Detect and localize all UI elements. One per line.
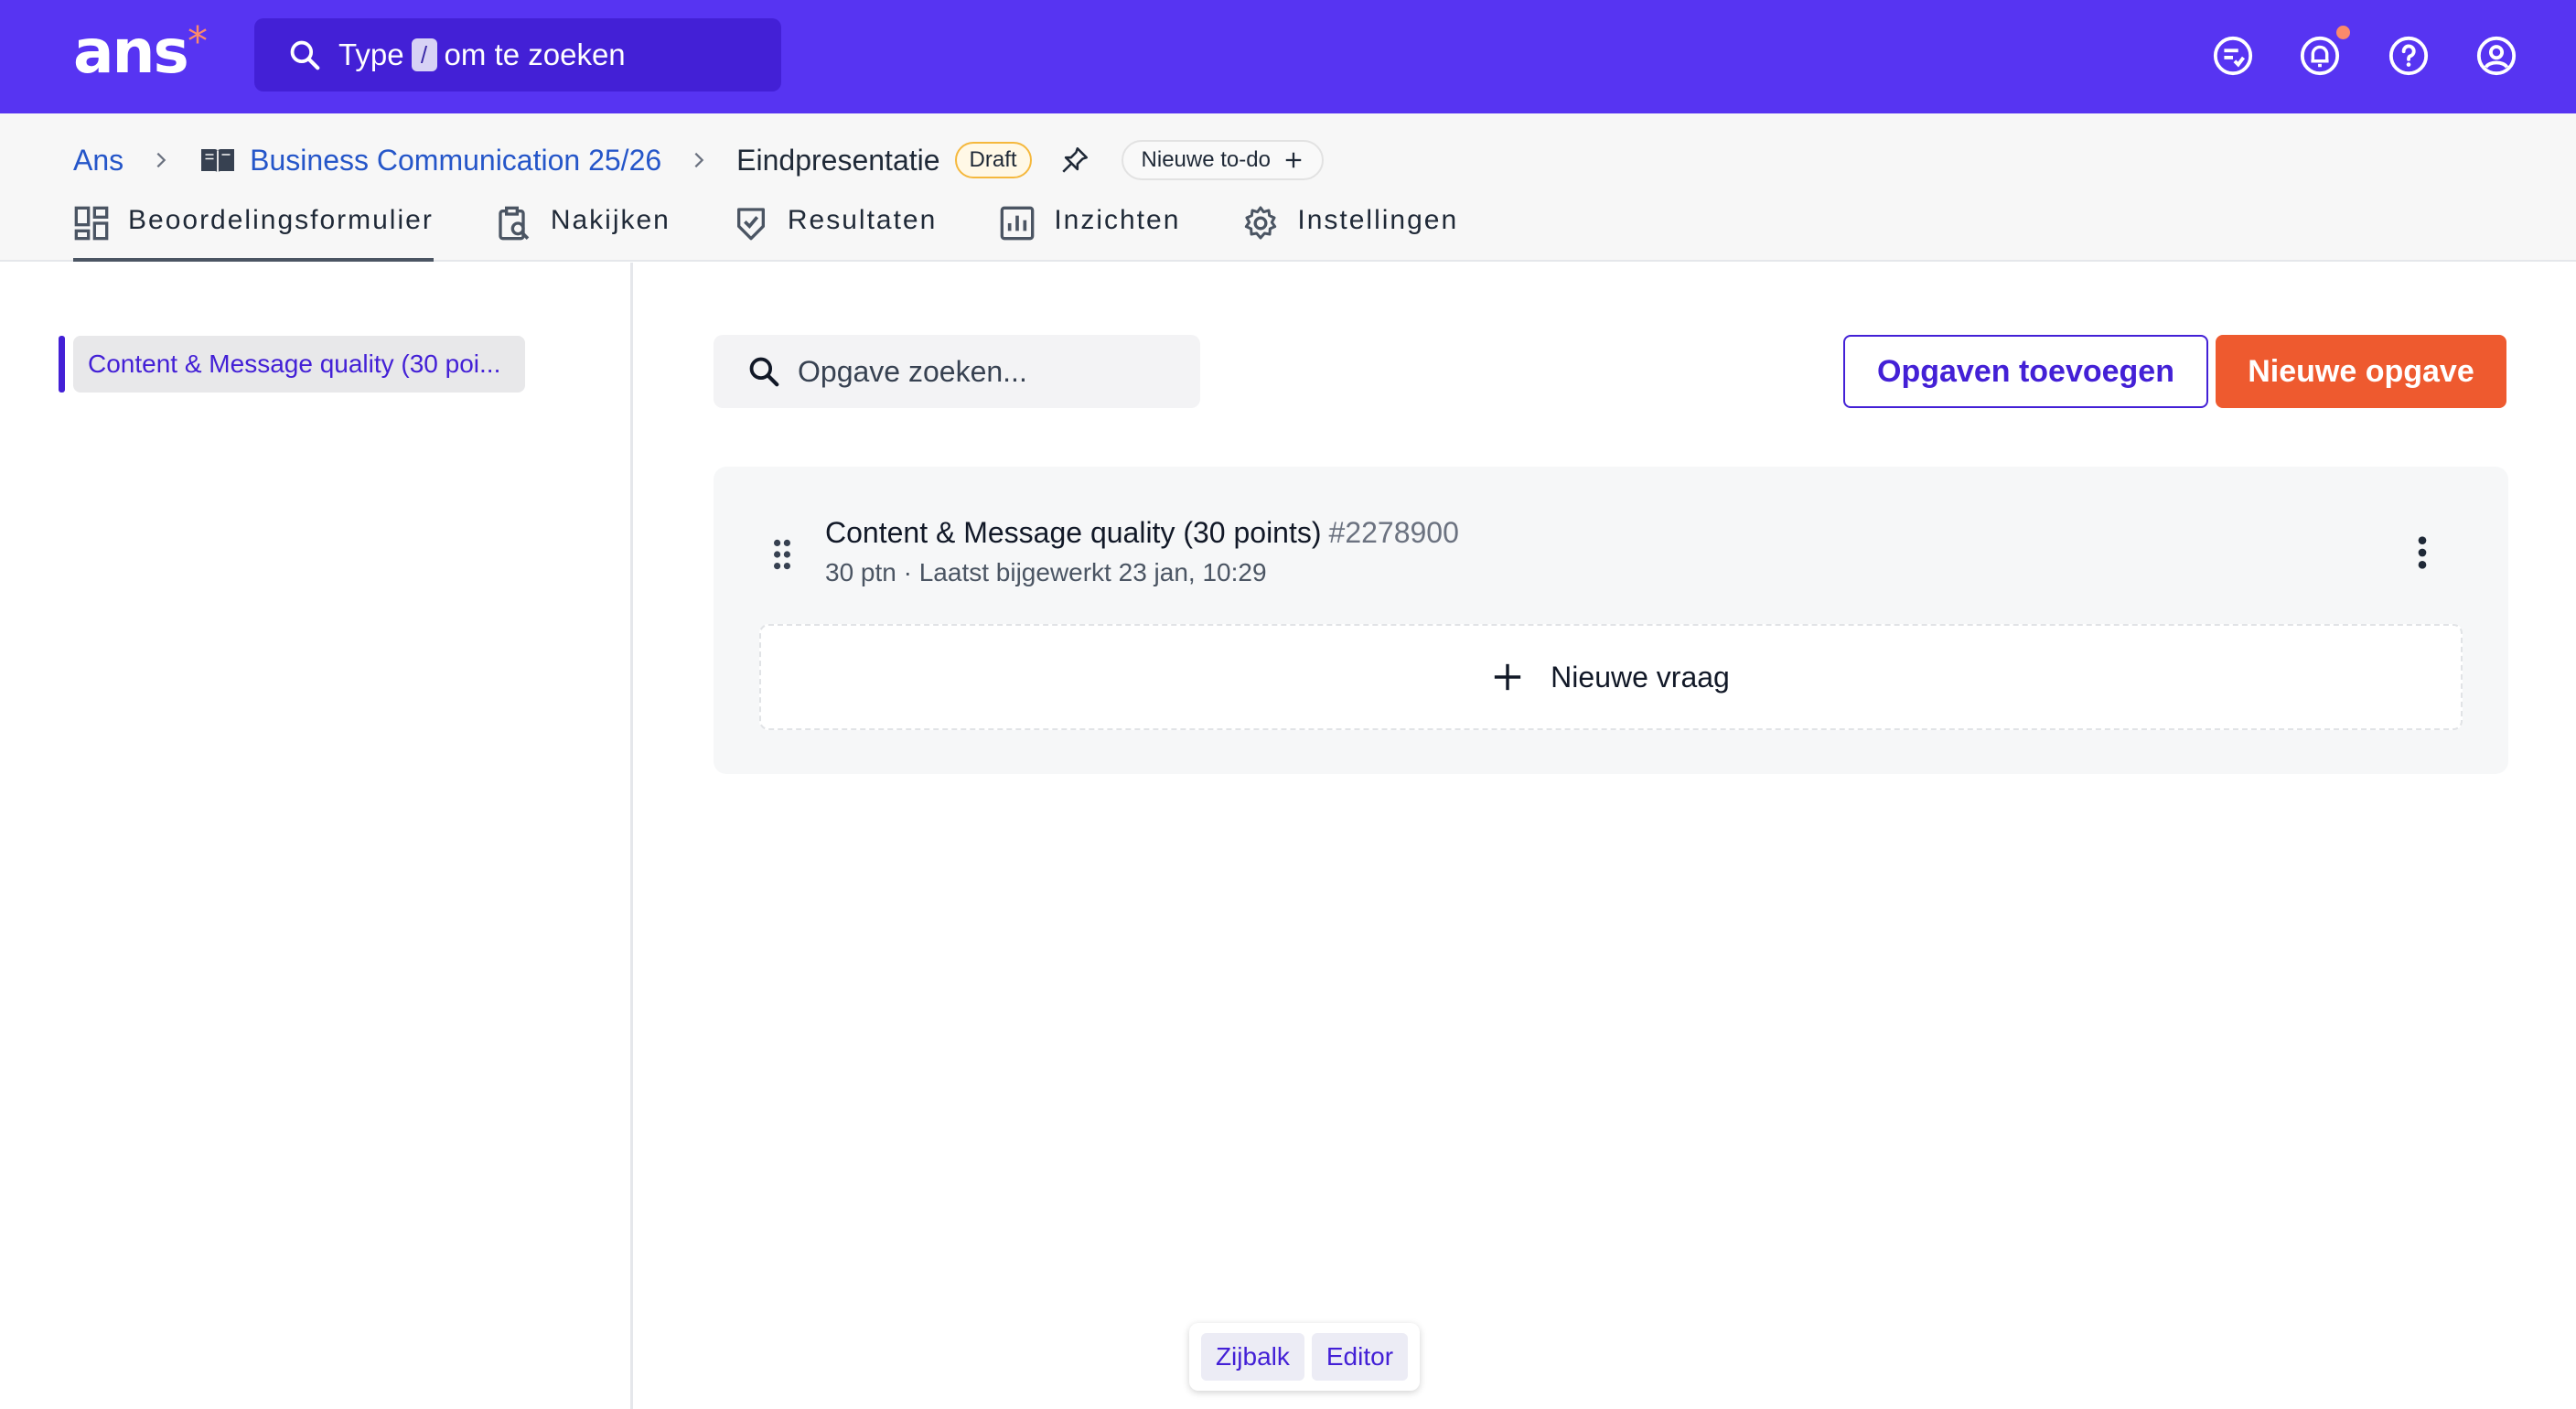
bell-icon[interactable] (2299, 35, 2341, 77)
task-title-text: Content & Message quality (30 points) (825, 516, 1322, 549)
tab-label: Nakijken (550, 205, 671, 235)
tab-beoordelingsformulier[interactable]: Beoordelingsformulier (73, 201, 434, 262)
bar-chart-icon (1000, 206, 1035, 241)
draft-badge: Draft (954, 142, 1032, 178)
editor-toggle-button[interactable]: Editor (1311, 1333, 1409, 1381)
task-search-input[interactable]: Opgave zoeken... (714, 335, 1200, 408)
account-icon[interactable] (2475, 35, 2517, 77)
chevron-right-icon (694, 152, 704, 168)
task-card: Content & Message quality (30 points) #22… (714, 467, 2508, 774)
keyboard-shortcut-key: / (411, 38, 437, 71)
tab-label: Instellingen (1297, 205, 1459, 235)
new-task-button[interactable]: Nieuwe opgave (2216, 335, 2506, 408)
global-search-input[interactable]: Type / om te zoeken (254, 18, 781, 91)
breadcrumb-course-link[interactable]: Business Communication 25/26 (250, 144, 661, 177)
new-question-button[interactable]: Nieuwe vraag (759, 624, 2463, 730)
task-meta: 30 ptn · Laatst bijgewerkt 23 jan, 10:29 (825, 558, 1267, 586)
sidebar (0, 263, 633, 1409)
search-placeholder-suffix: om te zoeken (444, 38, 626, 71)
tab-nakijken[interactable]: Nakijken (496, 201, 671, 262)
new-todo-button[interactable]: Nieuwe to-do (1121, 140, 1324, 180)
book-icon (201, 149, 235, 173)
tab-label: Resultaten (787, 205, 938, 235)
help-icon[interactable] (2388, 35, 2430, 77)
tab-label: Beoordelingsformulier (128, 205, 434, 235)
breadcrumb-current: Eindpresentatie (736, 143, 940, 177)
gear-icon (1245, 206, 1277, 240)
tab-bar: Beoordelingsformulier Nakijken Resultate… (73, 201, 1520, 262)
task-title[interactable]: Content & Message quality (30 points) #22… (825, 516, 1459, 550)
top-bar: ans * Type / om te zoeken (0, 0, 2576, 113)
new-question-label: Nieuwe vraag (1551, 660, 1730, 694)
new-todo-label: Nieuwe to-do (1141, 147, 1271, 172)
breadcrumb: Ans Business Communication 25/26 Eindpre… (73, 137, 1324, 183)
notification-dot (2336, 26, 2350, 39)
plus-icon (1285, 152, 1302, 168)
plus-icon (1495, 663, 1521, 691)
grid-icon (74, 206, 109, 241)
pin-icon[interactable] (1059, 145, 1090, 176)
page-header: Ans Business Communication 25/26 Eindpre… (0, 113, 2576, 262)
search-icon (749, 357, 779, 387)
search-icon (290, 40, 320, 70)
tab-resultaten[interactable]: Resultaten (733, 201, 937, 262)
breadcrumb-root-link[interactable]: Ans (73, 144, 123, 177)
shield-check-icon (736, 208, 765, 241)
drag-handle-icon[interactable] (770, 538, 794, 571)
search-placeholder-prefix: Type (338, 38, 404, 71)
sidebar-toggle-button[interactable]: Zijbalk (1200, 1333, 1304, 1381)
task-id: #2278900 (1328, 516, 1459, 549)
sidebar-active-marker (59, 336, 65, 393)
todo-list-icon[interactable] (2212, 35, 2254, 77)
chevron-right-icon (156, 152, 166, 168)
task-search-placeholder: Opgave zoeken... (798, 354, 1027, 388)
add-tasks-button[interactable]: Opgaven toevoegen (1843, 335, 2208, 408)
clipboard-search-icon (499, 206, 530, 241)
tab-instellingen[interactable]: Instellingen (1242, 201, 1458, 262)
more-vertical-icon[interactable] (2413, 534, 2431, 571)
sidebar-item-task[interactable]: Content & Message quality (30 poi... (73, 336, 525, 393)
ans-logo[interactable]: ans (73, 20, 189, 84)
view-toggle: Zijbalk Editor (1189, 1323, 1420, 1391)
tab-inzichten[interactable]: Inzichten (999, 201, 1180, 262)
tab-label: Inzichten (1054, 205, 1181, 235)
logo-star: * (188, 18, 208, 65)
